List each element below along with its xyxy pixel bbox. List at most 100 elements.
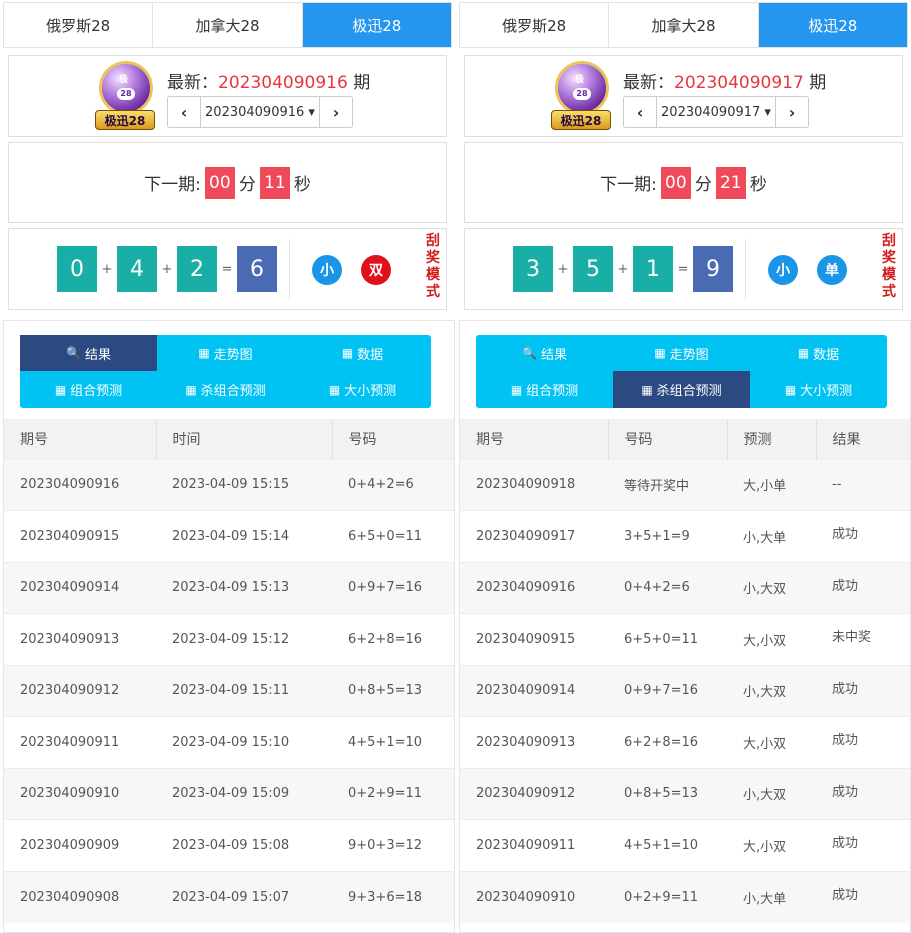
cell-period: 202304090913 [460,716,608,768]
cell-numbers: 0+8+5=13 [332,664,454,717]
tab-canada28[interactable]: 加拿大28 [609,3,759,47]
latest-period-box: 极 28 极迅28 最新：202304090917 期 ‹ 2023040909… [464,55,903,137]
latest-period-number: 202304090916 [218,73,348,93]
scratch-mode-link[interactable]: 刮 奖 模 式 [881,233,897,301]
tab-canada28[interactable]: 加拿大28 [153,3,303,47]
cell-time: 2023-04-09 15:12 [156,613,332,665]
tab-russia28[interactable]: 俄罗斯28 [4,3,154,47]
next-period-button[interactable]: › [320,97,352,127]
col-result: 结果 [816,419,910,459]
cell-time: 2023-04-09 15:10 [156,716,332,768]
nav-trend-chart[interactable]: ▦ 走势图 [613,335,750,371]
chart-icon: ▦ [654,346,666,360]
cell-period: 202304090909 [4,819,156,871]
nav-label: 走势图 [669,347,709,363]
cell-period: 202304090911 [460,819,608,871]
cell-time: 2023-04-09 15:13 [156,561,332,614]
countdown-seconds: 11 [259,166,290,199]
draw-ball-3: 2 [177,246,217,292]
cell-period: 202304090912 [4,664,156,717]
tab-russia28[interactable]: 俄罗斯28 [460,3,610,47]
cell-prediction: 大,小单 [727,458,816,511]
prev-period-button[interactable]: ‹ [168,97,200,127]
parity-badge: 双 [361,255,391,285]
nav-combo-prediction[interactable]: ▦ 组合预测 [476,371,613,408]
size-badge: 小 [768,255,798,285]
equals-sign: = [221,261,233,277]
cell-time: 2023-04-09 15:15 [156,458,332,511]
lottery-tabs: 俄罗斯28 加拿大28 极迅28 [3,2,452,48]
table-row: 202304090916 2023-04-09 15:15 0+4+2=6 [4,458,454,511]
next-period-button[interactable]: › [776,97,808,127]
period-selector: ‹ 202304090917 ▾ › [623,96,809,128]
draw-result-box: 3 + 5 + 1 = 9 小 单 刮 奖 模 式 [464,228,903,310]
chart-icon: ▦ [510,382,523,397]
cell-prediction: 小,大双 [727,767,816,820]
nav-label: 组合预测 [70,384,123,399]
nav-label: 杀组合预测 [200,384,266,399]
nav-statistics[interactable]: ▦ 数据 [750,335,887,371]
minutes-unit: 分 [238,175,256,195]
cell-numbers: 0+8+5=13 [608,767,727,820]
draw-sum: 6 [237,246,277,292]
table-row: 202304090915 6+5+0=11 大,小双 未中奖 [460,613,910,665]
table-row: 202304090915 2023-04-09 15:14 6+5+0=11 [4,510,454,562]
table-row: 202304090911 4+5+1=10 大,小双 成功 [460,819,910,871]
cell-prediction: 小,大单 [727,510,816,562]
cell-period: 202304090911 [4,716,156,768]
scratch-char: 奖 [426,250,440,266]
logo-ball-icon: 极 28 [555,61,609,115]
nav-statistics[interactable]: ▦ 数据 [294,335,431,371]
nav-kill-combo-prediction[interactable]: ▦ 杀组合预测 [613,371,750,408]
nav-label: 大小预测 [344,384,397,399]
scratch-char: 模 [426,267,440,283]
draw-ball-1: 3 [513,246,553,292]
chart-icon: ▦ [341,346,354,360]
chart-icon: ▦ [198,346,210,360]
cell-result: 成功 [816,664,910,717]
nav-results[interactable]: 🔍 结果 [20,335,157,371]
chart-icon: ▦ [185,382,197,397]
nav-kill-combo-prediction[interactable]: ▦ 杀组合预测 [157,371,294,408]
period-dropdown[interactable]: 202304090917 ▾ [656,97,776,127]
cell-numbers: 6+2+8=16 [608,716,727,768]
tab-jixun28[interactable]: 极迅28 [758,3,907,47]
jixun28-logo: 极 28 极迅28 [551,61,611,131]
cell-numbers: 0+4+2=6 [332,458,454,511]
cell-period: 202304090918 [460,458,608,511]
cell-time: 2023-04-09 15:11 [156,664,332,717]
scratch-char: 模 [882,267,896,283]
cell-period: 202304090916 [460,561,608,614]
table-row: 202304090914 0+9+7=16 小,大双 成功 [460,664,910,717]
nav-size-prediction[interactable]: ▦ 大小预测 [294,371,431,408]
nav-trend-chart[interactable]: ▦ 走势图 [157,335,294,371]
cell-numbers: 0+9+7=16 [608,664,727,717]
period-dropdown[interactable]: 202304090916 ▾ [200,97,320,127]
scratch-mode-link[interactable]: 刮 奖 模 式 [425,233,441,301]
logo-label: 极迅28 [551,110,611,130]
scratch-char: 刮 [882,233,896,249]
tab-jixun28[interactable]: 极迅28 [302,3,451,47]
cell-period: 202304090916 [4,458,156,511]
table-row: 202304090916 0+4+2=6 小,大双 成功 [460,561,910,614]
nav-combo-prediction[interactable]: ▦ 组合预测 [20,371,157,408]
nav-results[interactable]: 🔍 结果 [476,335,613,371]
col-period: 期号 [4,419,157,459]
table-row: 202304090913 6+2+8=16 大,小双 成功 [460,716,910,768]
seconds-unit: 秒 [293,175,311,195]
jixun28-logo: 极 28 极迅28 [95,61,155,131]
nav-label: 走势图 [213,347,253,363]
cell-time: 2023-04-09 15:14 [156,510,332,562]
chart-icon: ▦ [641,382,653,397]
nav-size-prediction[interactable]: ▦ 大小预测 [750,371,887,408]
cell-prediction: 大,小双 [727,716,816,768]
col-period: 期号 [460,419,609,459]
plus-sign: + [617,261,629,277]
cell-prediction: 小,大单 [727,870,816,923]
prev-period-button[interactable]: ‹ [624,97,656,127]
latest-period-box: 极 28 极迅28 最新：202304090916 期 ‹ 2023040909… [8,55,447,137]
col-numbers: 号码 [608,419,728,459]
cell-numbers: 3+5+1=9 [608,510,727,562]
right-lottery-panel: 俄罗斯28 加拿大28 极迅28 极 28 极迅28 最新：2023040909… [459,0,911,933]
cell-result: 成功 [816,870,910,923]
